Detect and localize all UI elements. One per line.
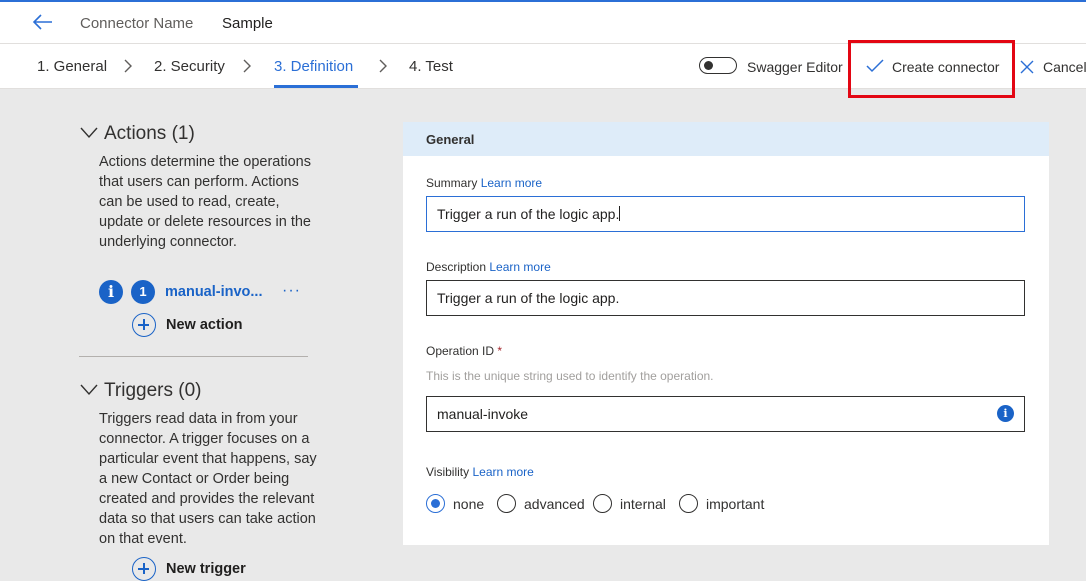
tab-test[interactable]: 4. Test [409,58,453,75]
add-icon[interactable] [132,557,156,581]
summary-label: Summary Learn more [426,176,543,190]
triggers-description: Triggers read data in from your connecto… [99,411,317,547]
add-icon[interactable] [132,313,156,337]
text-caret [619,206,621,221]
toggle-knob [704,60,713,70]
create-connector-highlight [848,40,1015,98]
summary-input[interactable]: Trigger a run of the logic app. [426,196,1025,232]
swagger-editor-toggle[interactable] [699,57,737,74]
triggers-section-title[interactable]: Triggers (0) [104,380,201,402]
required-marker: * [497,344,503,358]
summary-learn-more-link[interactable]: Learn more [481,176,542,190]
chevron-down-icon[interactable] [80,384,98,396]
tab-security[interactable]: 2. Security [154,58,225,75]
radio-selected-icon [426,494,445,513]
form-section-title: General [426,132,475,147]
description-input[interactable]: Trigger a run of the logic app. [426,280,1025,316]
tab-definition[interactable]: 3. Definition [274,58,353,75]
top-bar: Connector Name Sample [0,0,1086,44]
description-label: Description Learn more [426,260,551,274]
radio-icon [593,494,612,513]
info-icon[interactable]: i [99,280,123,304]
section-divider [79,356,308,357]
connector-name-label: Connector Name [80,15,194,32]
radio-icon [679,494,698,513]
actions-description: Actions determine the operations that us… [99,154,311,250]
description-learn-more-link[interactable]: Learn more [489,260,550,274]
form-section-header: General [403,122,1049,156]
operation-id-value: manual-invoke [437,406,529,422]
radio-icon [497,494,516,513]
info-icon[interactable]: i [997,405,1014,422]
cancel-label: Cancel [1043,59,1086,75]
chevron-down-icon[interactable] [80,127,98,139]
description-value: Trigger a run of the logic app. [437,290,620,306]
chevron-right-icon [243,59,251,73]
tab-general[interactable]: 1. General [37,58,107,75]
active-tab-indicator [274,85,358,88]
summary-value: Trigger a run of the logic app. [437,206,620,222]
visibility-learn-more-link[interactable]: Learn more [472,465,533,479]
swagger-editor-label[interactable]: Swagger Editor [747,59,843,75]
connector-name-value[interactable]: Sample [222,15,273,32]
new-action-button[interactable]: New action [166,317,243,333]
new-trigger-button[interactable]: New trigger [166,561,246,577]
chevron-right-icon [379,59,387,73]
action-number-badge: 1 [131,280,155,304]
operation-id-hint: This is the unique string used to identi… [426,369,714,383]
operation-id-input[interactable]: manual-invoke i [426,396,1025,432]
chevron-right-icon [124,59,132,73]
back-arrow-icon[interactable] [32,11,54,33]
more-options-icon[interactable]: ··· [282,282,301,300]
operation-id-label: Operation ID * [426,344,503,358]
general-form-panel: General Summary Learn more Trigger a run… [403,122,1049,545]
visibility-label: Visibility Learn more [426,465,534,479]
close-icon [1020,60,1034,74]
actions-section-title[interactable]: Actions (1) [104,123,195,145]
action-item-manual-invoke[interactable]: manual-invo... [165,284,263,300]
